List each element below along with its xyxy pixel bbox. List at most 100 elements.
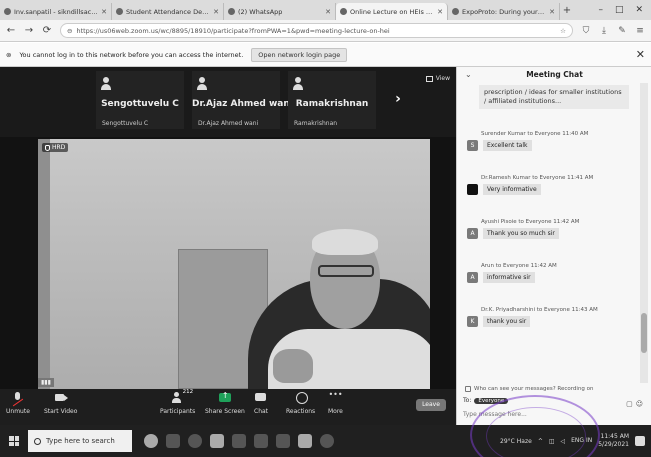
network-icon[interactable]: ◫ — [549, 438, 555, 445]
gallery-next-icon[interactable]: › — [392, 89, 404, 109]
search-placeholder: Type here to search — [46, 437, 115, 445]
avatar: K — [467, 316, 478, 327]
taskbar-search[interactable]: Type here to search — [28, 430, 132, 452]
file-icon[interactable]: ▢ — [626, 400, 633, 408]
video-background-shelf — [38, 139, 50, 389]
browser-tab[interactable]: Inv.sanpatil - sikndillsachedu✕ — [0, 3, 112, 20]
meeting-chat-panel: ⌄ Meeting Chat prescription / ideas for … — [456, 67, 651, 425]
participant-label: Ramakrishnan — [294, 120, 338, 127]
download-icon[interactable]: ⤓ — [599, 26, 609, 36]
avatar: A — [467, 272, 478, 283]
close-tab-icon[interactable]: ✕ — [549, 8, 555, 16]
chat-message-input[interactable] — [463, 408, 613, 420]
edge-icon[interactable] — [188, 434, 202, 448]
browser-tab-active[interactable]: Online Lecture on HEIs Rating✕ — [336, 3, 448, 20]
chat-message-bubble: Very informative — [483, 184, 541, 195]
browser-tab[interactable]: Student Attendance Details ✕ — [112, 3, 224, 20]
grid-icon — [425, 75, 433, 82]
view-button[interactable]: View — [425, 75, 450, 82]
chevron-up-icon[interactable]: ^ — [538, 438, 543, 445]
browser-tab[interactable]: (2) WhatsApp ✕ — [224, 3, 336, 20]
chat-message-bubble: thank you sir — [483, 316, 531, 327]
emoji-icon[interactable]: ☺ — [636, 400, 643, 408]
taskbar-clock[interactable]: 11:45 AM 5/29/2021 — [598, 433, 629, 449]
reactions-button[interactable]: Reactions — [286, 392, 315, 415]
forward-icon[interactable]: → — [24, 25, 34, 36]
file-explorer-icon[interactable] — [232, 434, 246, 448]
share-screen-button[interactable]: Share Screen — [205, 391, 245, 415]
close-tab-icon[interactable]: ✕ — [437, 8, 443, 16]
network-info-bar: ⊚ You cannot log in to this network befo… — [0, 43, 651, 67]
participant-label: Dr.Ajaz Ahmed wani — [198, 120, 259, 127]
unmute-button[interactable]: Unmute — [6, 392, 30, 415]
minimize-icon[interactable]: – — [598, 5, 603, 15]
participants-icon: 212 — [171, 389, 193, 404]
tab-title: (2) WhatsApp — [238, 7, 283, 16]
start-video-label: Start Video — [44, 408, 78, 415]
volume-icon[interactable]: ◁ — [561, 438, 566, 445]
browser-tab[interactable]: ExpoProto: During your pilot ✕ — [448, 3, 560, 20]
language-indicator[interactable]: ENG IN — [571, 437, 592, 445]
word-icon[interactable] — [298, 434, 312, 448]
close-tab-icon[interactable]: ✕ — [213, 8, 219, 16]
chat-tools: ▢ ☺ — [626, 400, 643, 408]
reload-icon[interactable]: ⟳ — [42, 25, 52, 36]
participant-label: Sengottuvelu C — [102, 120, 149, 127]
close-window-icon[interactable]: ✕ — [635, 5, 643, 15]
more-label: More — [328, 408, 343, 415]
store-icon[interactable] — [254, 434, 268, 448]
participants-count: 212 — [182, 389, 194, 395]
participant-tile[interactable]: Dr.Ajaz Ahmed wani Dr.Ajaz Ahmed wani — [192, 71, 293, 129]
favicon-icon — [4, 8, 11, 15]
participant-tile[interactable]: Ramakrishnan Ramakrishnan — [288, 71, 376, 129]
more-icon — [328, 390, 342, 404]
participants-button[interactable]: 212 Participants — [160, 389, 196, 415]
chat-icon — [254, 392, 268, 404]
url-field[interactable]: ⊖ https://us06web.zoom.us/wc/8895/18910/… — [60, 23, 573, 38]
chat-scrollbar[interactable] — [640, 83, 648, 383]
cortana-icon[interactable] — [144, 434, 158, 448]
chat-message: Dr.Ramesh Kumar to Everyone 11:41 AM Ver… — [467, 175, 637, 195]
chat-button[interactable]: Chat — [254, 392, 268, 415]
close-tab-icon[interactable]: ✕ — [101, 8, 107, 16]
extensions-icon[interactable]: ✎ — [617, 26, 627, 36]
more-button[interactable]: More — [328, 390, 343, 415]
task-view-icon[interactable] — [166, 434, 180, 448]
meeting-stage: Sengottuvelu C Sengottuvelu C Dr.Ajaz Ah… — [0, 67, 456, 425]
participants-label: Participants — [160, 408, 196, 415]
chat-scrollbar-thumb[interactable] — [641, 313, 647, 353]
close-info-bar-icon[interactable]: ✕ — [636, 48, 645, 61]
chat-message-bubble: Excellent talk — [483, 140, 532, 151]
tab-title: Student Attendance Details — [126, 7, 211, 16]
speaker-glasses — [318, 265, 374, 277]
chat-recipient-dropdown[interactable]: Everyone — [474, 397, 509, 404]
back-icon[interactable]: ← — [6, 25, 16, 36]
chrome-icon[interactable] — [210, 434, 224, 448]
open-login-page-button[interactable]: Open network login page — [251, 47, 348, 62]
bookmark-star-icon[interactable]: ☆ — [560, 27, 566, 35]
url-text: https://us06web.zoom.us/wc/8895/18910/pa… — [76, 26, 390, 35]
participant-tile[interactable]: Sengottuvelu C Sengottuvelu C — [96, 71, 184, 129]
favicon-icon — [116, 8, 123, 15]
reactions-label: Reactions — [286, 408, 316, 415]
new-tab-button[interactable]: + — [560, 3, 574, 20]
app-icon[interactable] — [320, 434, 334, 448]
chat-message: Surender Kumar to Everyone 11:40 AM S Exc… — [467, 131, 637, 151]
mail-icon[interactable] — [276, 434, 290, 448]
chat-message-list: prescription / ideas for smaller institu… — [457, 83, 640, 383]
start-video-button[interactable]: Start Video — [44, 392, 77, 415]
chat-to-label: To: — [463, 397, 472, 404]
maximize-icon[interactable]: □ — [615, 5, 624, 15]
info-icon: ⊚ — [6, 50, 12, 59]
speaker-hand — [273, 349, 313, 383]
participant-gallery: Sengottuvelu C Sengottuvelu C Dr.Ajaz Ah… — [0, 67, 456, 137]
chat-title: Meeting Chat — [526, 70, 583, 79]
weather-widget[interactable]: 29°C Haze — [500, 438, 532, 445]
leave-button[interactable]: Leave — [416, 399, 446, 411]
start-button[interactable] — [0, 425, 28, 457]
shield-icon[interactable]: ⛉ — [581, 26, 591, 36]
chat-privacy-notice[interactable]: Who can see your messages? Recording on — [465, 386, 645, 392]
close-tab-icon[interactable]: ✕ — [325, 8, 331, 16]
notification-icon[interactable] — [635, 436, 645, 446]
menu-icon[interactable]: ≡ — [635, 26, 645, 36]
